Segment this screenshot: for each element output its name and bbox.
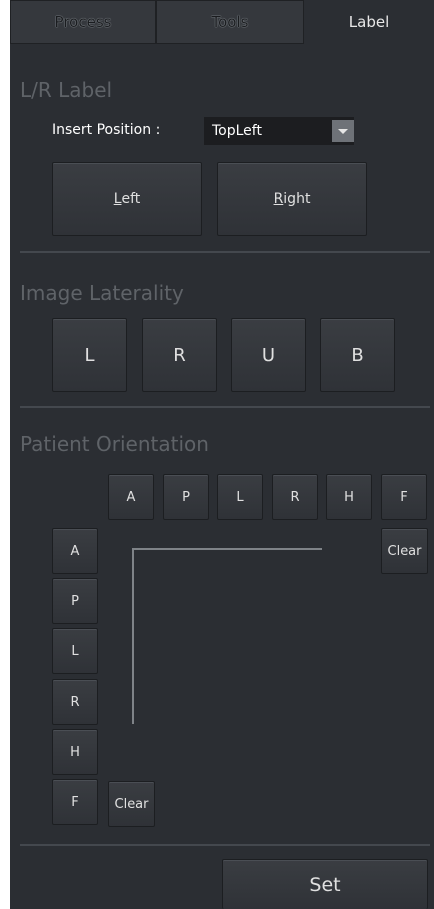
right-label-rest: ight: [283, 191, 311, 207]
orientation-side-p-button[interactable]: P: [52, 578, 98, 624]
orientation-top-h-button[interactable]: H: [326, 474, 372, 520]
orientation-top-r-button[interactable]: R: [272, 474, 318, 520]
right-accel-letter: R: [273, 191, 284, 207]
orientation-side-a-button[interactable]: A: [52, 528, 98, 574]
insert-position-select[interactable]: TopLeft: [204, 117, 354, 145]
insert-position-value: TopLeft: [212, 123, 262, 139]
lr-label-title: L/R Label: [20, 78, 113, 102]
set-button[interactable]: Set: [222, 859, 428, 909]
right-label-button[interactable]: Right: [217, 162, 367, 236]
tab-tools[interactable]: Tools: [156, 0, 304, 44]
divider: [20, 844, 430, 846]
image-laterality-title: Image Laterality: [20, 281, 184, 305]
tab-bar: Process Tools Label: [10, 0, 434, 44]
chevron-down-icon[interactable]: [332, 120, 354, 142]
laterality-r-button[interactable]: R: [142, 318, 217, 392]
left-label-rest: eft: [121, 191, 141, 207]
orientation-vertical-line: [132, 548, 134, 724]
label-panel: Process Tools Label L/R Label Insert Pos…: [10, 0, 434, 909]
orientation-horizontal-line: [132, 548, 322, 550]
orientation-top-a-button[interactable]: A: [108, 474, 154, 520]
tab-label[interactable]: Label: [304, 0, 434, 44]
left-label-button[interactable]: Left: [52, 162, 202, 236]
orientation-side-f-button[interactable]: F: [52, 779, 98, 825]
clear-top-button[interactable]: Clear: [381, 528, 428, 574]
orientation-side-l-button[interactable]: L: [52, 628, 98, 674]
insert-position-label: Insert Position :: [52, 122, 161, 138]
laterality-l-button[interactable]: L: [52, 318, 127, 392]
patient-orientation-title: Patient Orientation: [20, 432, 209, 456]
orientation-top-p-button[interactable]: P: [163, 474, 209, 520]
divider: [20, 251, 430, 253]
left-accel-letter: L: [113, 191, 122, 207]
clear-side-button[interactable]: Clear: [108, 781, 155, 827]
laterality-u-button[interactable]: U: [231, 318, 306, 392]
laterality-b-button[interactable]: B: [320, 318, 395, 392]
divider: [20, 406, 430, 408]
orientation-side-h-button[interactable]: H: [52, 729, 98, 775]
orientation-top-f-button[interactable]: F: [381, 474, 427, 520]
orientation-side-r-button[interactable]: R: [52, 679, 98, 725]
orientation-top-l-button[interactable]: L: [217, 474, 263, 520]
tab-process[interactable]: Process: [10, 0, 156, 44]
